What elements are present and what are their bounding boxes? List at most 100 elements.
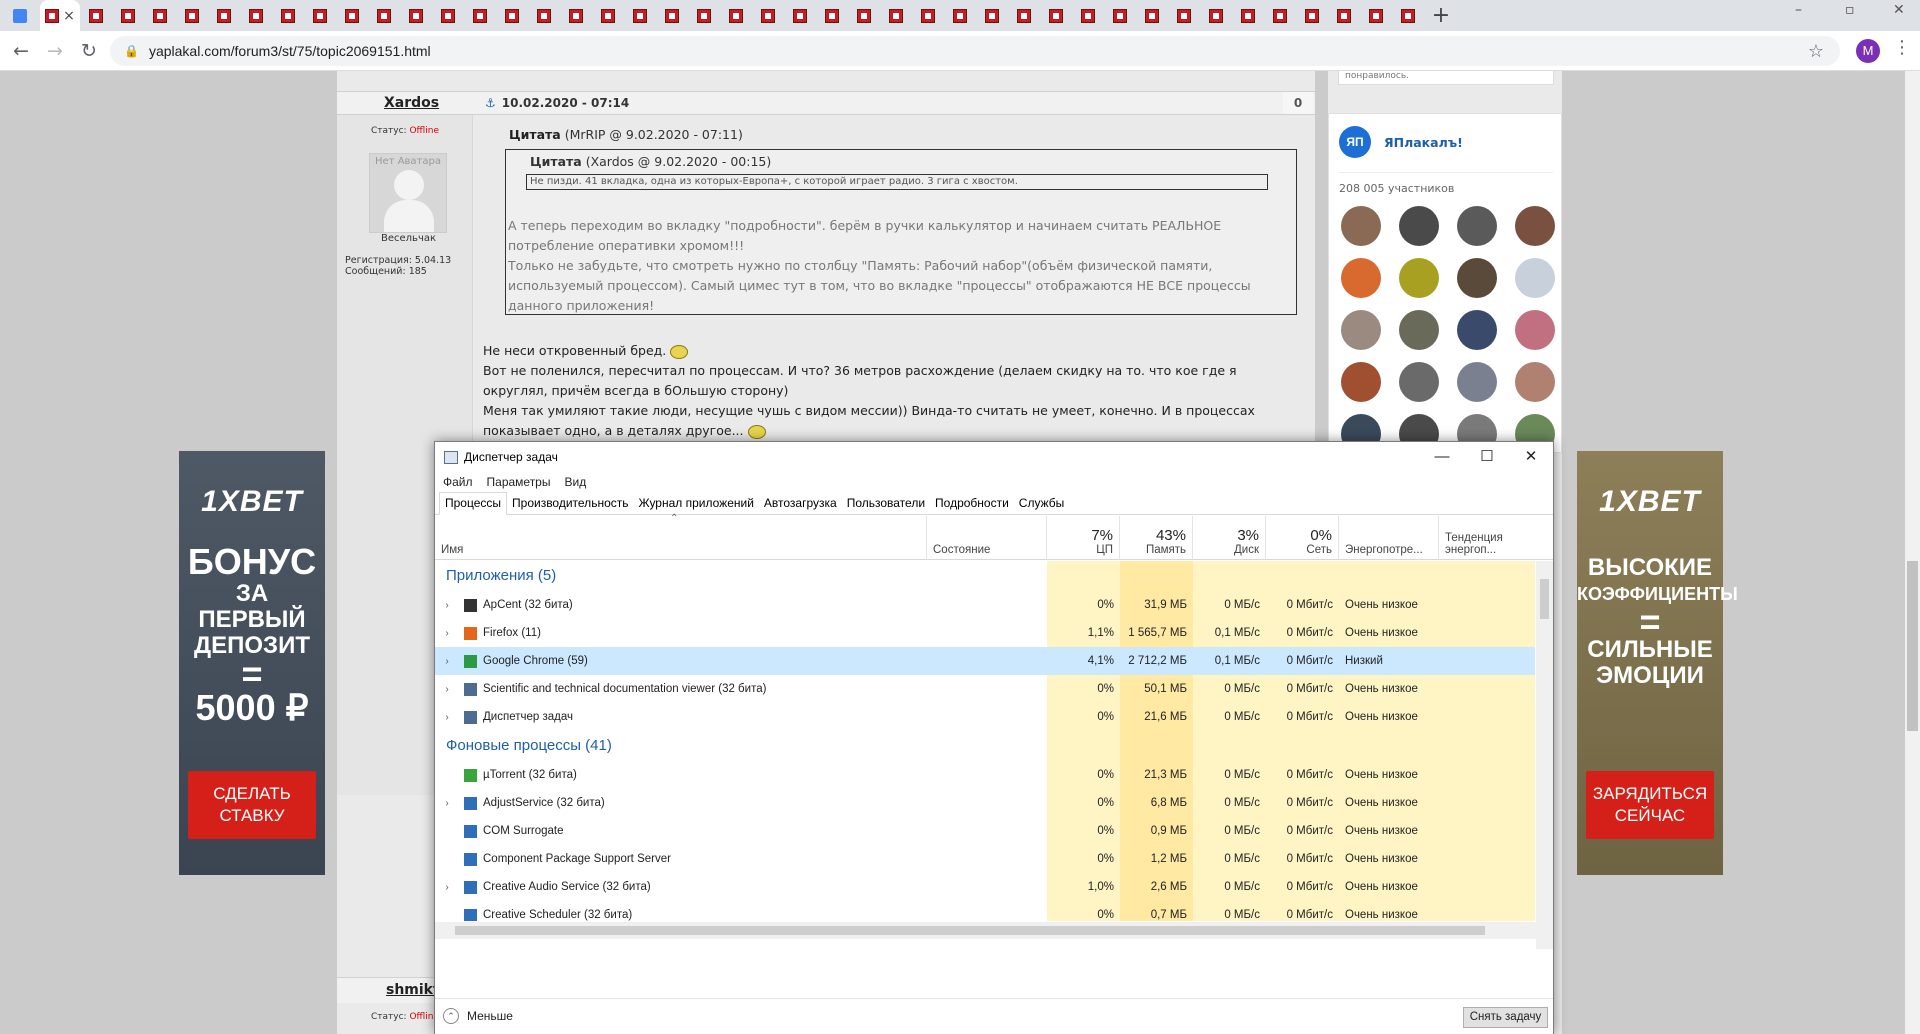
- tab-yaplakal[interactable]: [400, 0, 432, 31]
- menu-file[interactable]: Файл: [443, 475, 473, 489]
- member-avatar[interactable]: [1515, 258, 1555, 298]
- tab-3[interactable]: Автозагрузка: [759, 493, 842, 514]
- process-row[interactable]: µTorrent (32 бита) 0% 21,3 МБ 0 МБ/с 0 Мбит/…: [435, 761, 1535, 789]
- expand-chevron-icon[interactable]: ›: [435, 600, 459, 611]
- member-avatar[interactable]: [1457, 206, 1497, 246]
- tab-yaplakal[interactable]: [1040, 0, 1072, 31]
- tab-yaplakal[interactable]: [528, 0, 560, 31]
- process-row[interactable]: Component Package Support Server 0% 1,2 МБ…: [435, 845, 1535, 873]
- column-cpu[interactable]: 7% ЦП: [1047, 516, 1120, 560]
- tab-yaplakal[interactable]: [560, 0, 592, 31]
- next-post-author-link[interactable]: shmikt: [386, 982, 440, 998]
- expand-chevron-icon[interactable]: ›: [435, 712, 459, 723]
- group-logo[interactable]: ЯП: [1339, 126, 1371, 158]
- process-row[interactable]: Creative Scheduler (32 бита) 0% 0,7 МБ 0 МБ…: [435, 901, 1535, 921]
- tab-yaplakal[interactable]: [464, 0, 496, 31]
- expand-chevron-icon[interactable]: ›: [435, 628, 459, 639]
- tab-yaplakal[interactable]: [1232, 0, 1264, 31]
- tab-yaplakal[interactable]: [368, 0, 400, 31]
- tab-yaplakal[interactable]: [240, 0, 272, 31]
- tab-yaplakal[interactable]: [816, 0, 848, 31]
- tab-5[interactable]: Подробности: [930, 493, 1014, 514]
- member-avatar[interactable]: [1341, 362, 1381, 402]
- scrollbar-thumb[interactable]: [455, 926, 1485, 935]
- tab-2[interactable]: Журнал приложений: [634, 493, 759, 514]
- menu-view[interactable]: Вид: [564, 475, 586, 489]
- tab-yaplakal[interactable]: [656, 0, 688, 31]
- member-avatar[interactable]: [1515, 362, 1555, 402]
- tab-yaplakal[interactable]: [1264, 0, 1296, 31]
- browser-minimize-button[interactable]: –: [1795, 2, 1802, 18]
- member-avatar[interactable]: [1399, 206, 1439, 246]
- tab-yaplakal[interactable]: [688, 0, 720, 31]
- tab-yaplakal[interactable]: [1136, 0, 1168, 31]
- bookmark-star-icon[interactable]: ☆: [1808, 41, 1824, 62]
- tab-yaplakal[interactable]: [1200, 0, 1232, 31]
- group-header[interactable]: Фоновые процессы (41): [435, 731, 1535, 761]
- tab-1[interactable]: Производительность: [507, 493, 633, 514]
- close-tab-icon[interactable]: ×: [63, 8, 75, 24]
- column-disk[interactable]: 3% Диск: [1193, 516, 1266, 560]
- close-button[interactable]: ✕: [1508, 442, 1554, 472]
- tab-yaplakal[interactable]: [144, 0, 176, 31]
- member-avatar[interactable]: [1341, 310, 1381, 350]
- tab-yaplakal[interactable]: [880, 0, 912, 31]
- forward-icon[interactable]: →: [38, 40, 72, 62]
- browser-maximize-button[interactable]: ▫: [1845, 2, 1855, 18]
- tab-6[interactable]: Службы: [1014, 493, 1069, 514]
- menu-options[interactable]: Параметры: [487, 475, 551, 489]
- group-header[interactable]: Приложения (5): [435, 561, 1535, 591]
- tab-yaplakal[interactable]: [112, 0, 144, 31]
- tab-yaplakal[interactable]: [1072, 0, 1104, 31]
- ad-cta-button[interactable]: ЗАРЯДИТЬСЯ СЕЙЧАС: [1586, 771, 1714, 839]
- member-avatar[interactable]: [1341, 206, 1381, 246]
- column-status[interactable]: Состояние: [927, 516, 1047, 560]
- tab-yaplakal[interactable]: [624, 0, 656, 31]
- task-manager-titlebar[interactable]: Диспетчер задач: [435, 442, 1553, 472]
- expand-chevron-icon[interactable]: ›: [435, 656, 459, 667]
- tab-yaplakal[interactable]: [784, 0, 816, 31]
- member-avatar[interactable]: [1399, 258, 1439, 298]
- minimize-button[interactable]: —: [1419, 442, 1465, 472]
- process-row[interactable]: › Диспетчер задач 0% 21,6 МБ 0 МБ/с 0 Мбит/с О…: [435, 703, 1535, 731]
- right-banner-ad[interactable]: 1XBET ВЫСОКИЕ КОЭФФИЦИЕНТЫ = СИЛЬНЫЕ ЭМО…: [1577, 451, 1738, 875]
- group-name-link[interactable]: ЯПлакалъ!: [1384, 135, 1463, 150]
- column-power-trend[interactable]: Тенденция энергоп...: [1439, 516, 1553, 560]
- list-vertical-scrollbar[interactable]: [1536, 561, 1553, 949]
- process-row[interactable]: › Google Chrome (59) 4,1% 2 712,2 МБ 0,1 МБ/…: [435, 647, 1535, 675]
- url-text[interactable]: yaplakal.com/forum3/st/75/topic2069151.h…: [149, 43, 431, 59]
- process-row[interactable]: COM Surrogate 0% 0,9 МБ 0 МБ/с 0 Мбит/с Очень…: [435, 817, 1535, 845]
- left-banner-ad[interactable]: 1XBET БОНУС ЗА ПЕРВЫЙ ДЕПОЗИТ = 5000 ₽ С…: [179, 451, 325, 875]
- tab-yaplakal[interactable]: [944, 0, 976, 31]
- tab-yaplakal[interactable]: [752, 0, 784, 31]
- tab-yaplakal[interactable]: [1008, 0, 1040, 31]
- new-tab-button[interactable]: +: [1424, 0, 1458, 31]
- post-rating[interactable]: 0: [1283, 92, 1313, 114]
- process-row[interactable]: › Firefox (11) 1,1% 1 565,7 МБ 0,1 МБ/с 0 Мби…: [435, 619, 1535, 647]
- expand-chevron-icon[interactable]: ›: [435, 798, 459, 809]
- tab-yaplakal[interactable]: [336, 0, 368, 31]
- expand-chevron-icon[interactable]: ›: [435, 684, 459, 695]
- tab-0[interactable]: Процессы: [439, 492, 508, 515]
- tab-yaplakal[interactable]: [80, 0, 112, 31]
- process-row[interactable]: › Creative Audio Service (32 бита) 1,0% 2,6…: [435, 873, 1535, 901]
- page-scrollbar[interactable]: [1905, 71, 1920, 1034]
- column-name[interactable]: ⌃ Имя: [435, 513, 927, 560]
- member-avatar[interactable]: [1399, 310, 1439, 350]
- member-avatar[interactable]: [1341, 258, 1381, 298]
- expand-chevron-icon[interactable]: ›: [435, 882, 459, 893]
- back-icon[interactable]: ←: [4, 40, 38, 62]
- process-row[interactable]: › ApCent (32 бита) 0% 31,9 МБ 0 МБ/с 0 Мбит/с…: [435, 591, 1535, 619]
- post-author-link[interactable]: Xardos: [384, 95, 439, 111]
- tab-yaplakal[interactable]: [1392, 0, 1424, 31]
- tab-yaplakal[interactable]: [208, 0, 240, 31]
- task-manager-window[interactable]: Диспетчер задач — ☐ ✕ Файл Параметры Вид…: [434, 441, 1554, 1034]
- tab-yaplakal[interactable]: [496, 0, 528, 31]
- tab-yaplakal[interactable]: [272, 0, 304, 31]
- tab-yaplakal[interactable]: [304, 0, 336, 31]
- process-row[interactable]: › AdjustService (32 бита) 0% 6,8 МБ 0 МБ/с 0 …: [435, 789, 1535, 817]
- member-avatar[interactable]: [1457, 310, 1497, 350]
- member-avatar[interactable]: [1515, 310, 1555, 350]
- member-avatar[interactable]: [1515, 206, 1555, 246]
- tab-yaplakal[interactable]: [848, 0, 880, 31]
